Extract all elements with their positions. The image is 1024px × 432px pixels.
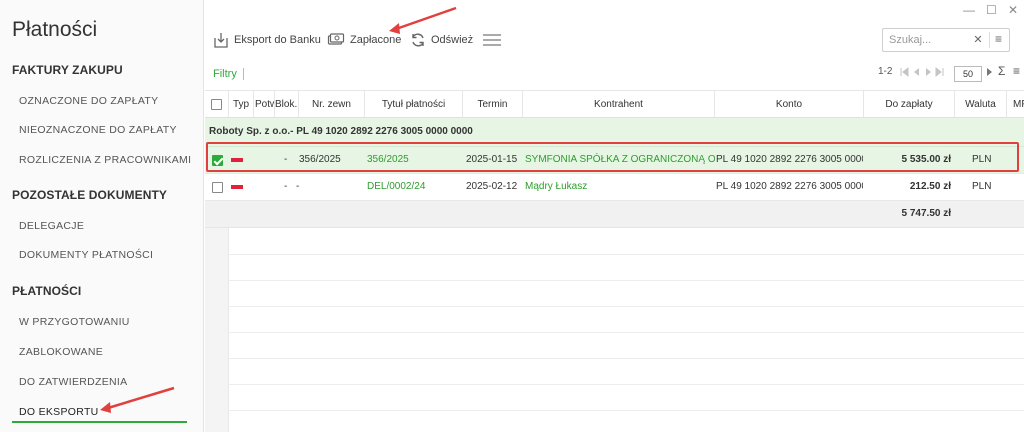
grid-line bbox=[229, 254, 1024, 255]
cell-kwota: 212.50 zł bbox=[909, 181, 951, 192]
grid-line bbox=[229, 410, 1024, 411]
filter-divider bbox=[243, 68, 244, 80]
search-box: ✕ ≡ bbox=[882, 28, 1010, 52]
type-marker bbox=[231, 158, 243, 162]
export-label: Eksport do Banku bbox=[234, 34, 321, 46]
cell-blok: - bbox=[284, 154, 288, 165]
sidebar-item-nieoznaczone[interactable]: NIEOZNACZONE DO ZAPŁATY bbox=[19, 124, 177, 136]
grid-line bbox=[229, 384, 1024, 385]
col-do-zaplaty[interactable]: Do zapłaty bbox=[864, 91, 955, 118]
col-mp[interactable]: MP bbox=[1007, 91, 1024, 118]
cell-konto: PL 49 1020 2892 2276 3005 0000 0000 bbox=[716, 154, 863, 165]
refresh-label: Odśwież bbox=[431, 34, 474, 46]
close-button[interactable]: ✕ bbox=[1008, 3, 1018, 17]
maximize-button[interactable]: ☐ bbox=[986, 3, 997, 17]
toolbar-menu-button[interactable] bbox=[482, 24, 502, 56]
cell-kontrahent[interactable]: Mądry Łukasz bbox=[525, 174, 715, 200]
grid-line bbox=[229, 280, 1024, 281]
col-potw[interactable]: Potw. bbox=[254, 91, 275, 118]
cell-tytul[interactable]: DEL/0002/24 bbox=[367, 174, 463, 200]
cell-waluta: PLN bbox=[972, 181, 992, 192]
sidebar-item-w-przygotowaniu[interactable]: W PRZYGOTOWANIU bbox=[19, 316, 130, 328]
active-indicator bbox=[12, 421, 187, 423]
page-title: Płatności bbox=[12, 18, 98, 41]
sidebar-item-rozliczenia[interactable]: ROZLICZENIA Z PRACOWNIKAMI bbox=[19, 154, 191, 166]
cell-kwota: 5 535.00 zł bbox=[901, 154, 951, 165]
search-options-icon[interactable]: ≡ bbox=[989, 32, 1007, 48]
grid-line bbox=[229, 358, 1024, 359]
export-icon bbox=[213, 31, 229, 49]
select-all-cell bbox=[205, 91, 229, 118]
empty-gutter bbox=[205, 228, 229, 432]
type-marker bbox=[231, 185, 243, 189]
col-konto[interactable]: Konto bbox=[715, 91, 864, 118]
first-page-icon[interactable] bbox=[899, 66, 945, 81]
paid-button[interactable]: Zapłacone bbox=[327, 24, 401, 56]
minimize-button[interactable]: — bbox=[963, 3, 975, 17]
total-amount: 5 747.50 zł bbox=[901, 208, 951, 219]
col-termin[interactable]: Termin bbox=[463, 91, 523, 118]
grid-menu-icon[interactable]: ≡ bbox=[1013, 64, 1020, 78]
group-row[interactable]: Roboty Sp. z o.o.- PL 49 1020 2892 2276 … bbox=[205, 118, 1024, 147]
col-blok[interactable]: Blok. bbox=[275, 91, 299, 118]
summary-row: 5 747.50 zł bbox=[205, 201, 1024, 228]
page-size-input[interactable]: 50 bbox=[954, 66, 982, 82]
search-input[interactable] bbox=[883, 29, 963, 51]
section-faktury-zakupu: FAKTURY ZAKUPU bbox=[12, 63, 123, 77]
cell-konto: PL 49 1020 2892 2276 3005 0000 0000 bbox=[716, 181, 863, 192]
table-row[interactable]: - - DEL/0002/24 2025-02-12 Mądry Łukasz … bbox=[205, 174, 1024, 201]
hamburger-icon bbox=[482, 33, 502, 47]
cell-termin: 2025-02-12 bbox=[466, 181, 518, 192]
cell-waluta: PLN bbox=[972, 154, 992, 165]
cell-nr-zewn: 356/2025 bbox=[299, 154, 341, 165]
cell-kontrahent[interactable]: SYMFONIA SPÓŁKA Z OGRANICZONĄ ODPOWIEDZI… bbox=[525, 147, 715, 173]
sidebar-item-delegacje[interactable]: DELEGACJE bbox=[19, 220, 84, 232]
grid-line bbox=[229, 332, 1024, 333]
select-all-checkbox[interactable] bbox=[211, 99, 222, 110]
next-arrow-icon[interactable] bbox=[986, 66, 994, 81]
grid-header: Typ Potw. Blok. Nr. zewn Tytuł płatności… bbox=[205, 90, 1024, 118]
empty-grid-area bbox=[205, 228, 1024, 432]
sidebar-item-dokumenty-platnosci[interactable]: DOKUMENTY PŁATNOŚCI bbox=[19, 249, 153, 261]
grid-line bbox=[229, 306, 1024, 307]
export-to-bank-button[interactable]: Eksport do Banku bbox=[213, 24, 321, 56]
money-icon bbox=[327, 32, 345, 48]
cell-potw: - bbox=[284, 181, 288, 192]
col-typ[interactable]: Typ bbox=[229, 91, 254, 118]
refresh-icon bbox=[410, 32, 426, 48]
sidebar-item-oznaczone[interactable]: OZNACZONE DO ZAPŁATY bbox=[19, 95, 158, 107]
sidebar-item-do-eksportu[interactable]: DO EKSPORTU bbox=[19, 406, 99, 418]
sidebar-item-do-zatwierdzenia[interactable]: DO ZATWIERDZENIA bbox=[19, 376, 127, 388]
group-label: Roboty Sp. z o.o.- PL 49 1020 2892 2276 … bbox=[209, 126, 473, 137]
table-row[interactable]: - 356/2025 356/2025 2025-01-15 SYMFONIA … bbox=[205, 147, 1024, 174]
col-kontrahent[interactable]: Kontrahent bbox=[523, 91, 715, 118]
cell-tytul[interactable]: 356/2025 bbox=[367, 147, 463, 173]
paid-label: Zapłacone bbox=[350, 34, 402, 46]
section-platnosci: PŁATNOŚCI bbox=[12, 284, 82, 298]
row-checkbox[interactable] bbox=[212, 155, 223, 166]
col-waluta[interactable]: Waluta bbox=[955, 91, 1007, 118]
col-nr-zewn[interactable]: Nr. zewn bbox=[299, 91, 365, 118]
filters-link[interactable]: Filtry bbox=[213, 68, 237, 80]
sum-icon[interactable]: Σ bbox=[998, 64, 1005, 78]
sidebar-item-zablokowane[interactable]: ZABLOKOWANE bbox=[19, 346, 103, 358]
sidebar: Płatności FAKTURY ZAKUPU OZNACZONE DO ZA… bbox=[0, 0, 204, 432]
refresh-button[interactable]: Odśwież bbox=[410, 24, 473, 56]
cell-blok: - bbox=[296, 181, 300, 192]
col-tytul[interactable]: Tytuł płatności bbox=[365, 91, 463, 118]
cell-termin: 2025-01-15 bbox=[466, 154, 518, 165]
search-clear-icon[interactable]: ✕ bbox=[969, 32, 987, 48]
row-checkbox[interactable] bbox=[212, 182, 223, 193]
payments-grid: Typ Potw. Blok. Nr. zewn Tytuł płatności… bbox=[205, 90, 1024, 432]
section-pozostale-dokumenty: POZOSTAŁE DOKUMENTY bbox=[12, 188, 168, 202]
pager-range: 1-2 bbox=[878, 66, 893, 77]
